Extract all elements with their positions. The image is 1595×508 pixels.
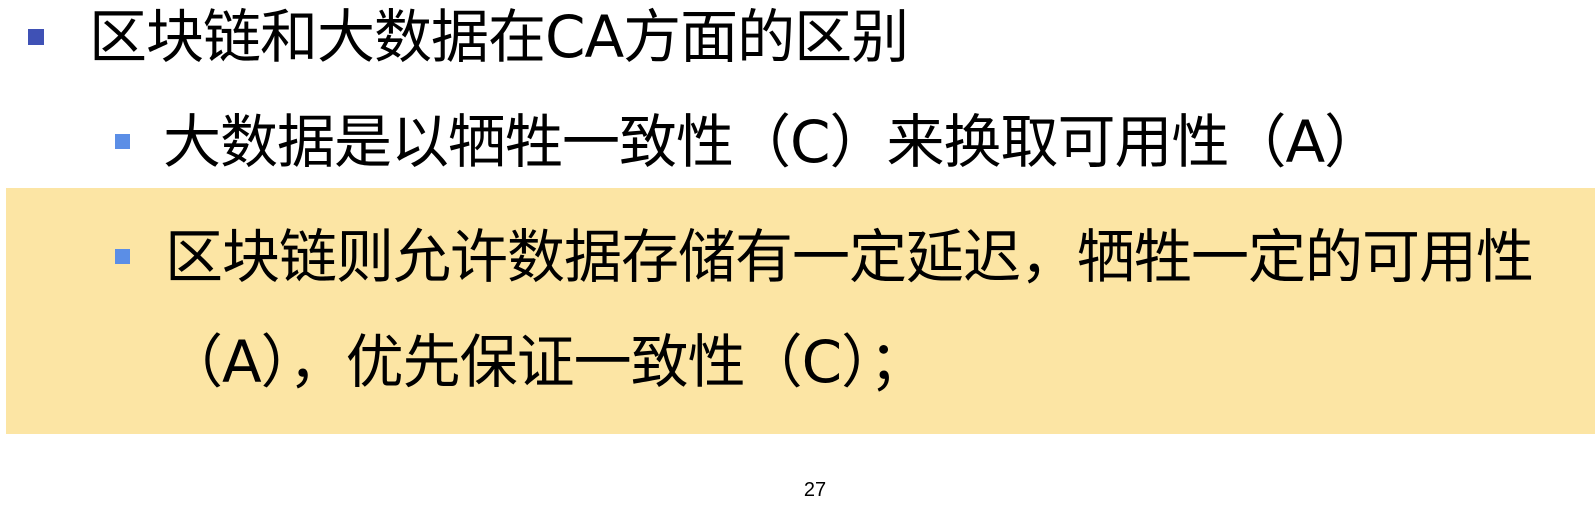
slide-title: 区块链和大数据在CA方面的区别: [89, 3, 909, 71]
level2-bullet-icon: [115, 249, 130, 264]
bullet-item-text: 区块链则允许数据存储有一定延迟，牺牲一定的可用性: [165, 223, 1534, 291]
slide: 区块链和大数据在CA方面的区别 大数据是以牺牲一致性（C）来换取可用性（A） 区…: [0, 0, 1595, 508]
level2-bullet-icon: [115, 134, 130, 149]
page-number: 27: [803, 479, 827, 501]
level1-bullet-icon: [28, 29, 44, 45]
bullet-item-text: 大数据是以牺牲一致性（C）来换取可用性（A）: [163, 108, 1382, 176]
bullet-item-text-continued: （A），优先保证一致性（C）；: [165, 328, 927, 396]
